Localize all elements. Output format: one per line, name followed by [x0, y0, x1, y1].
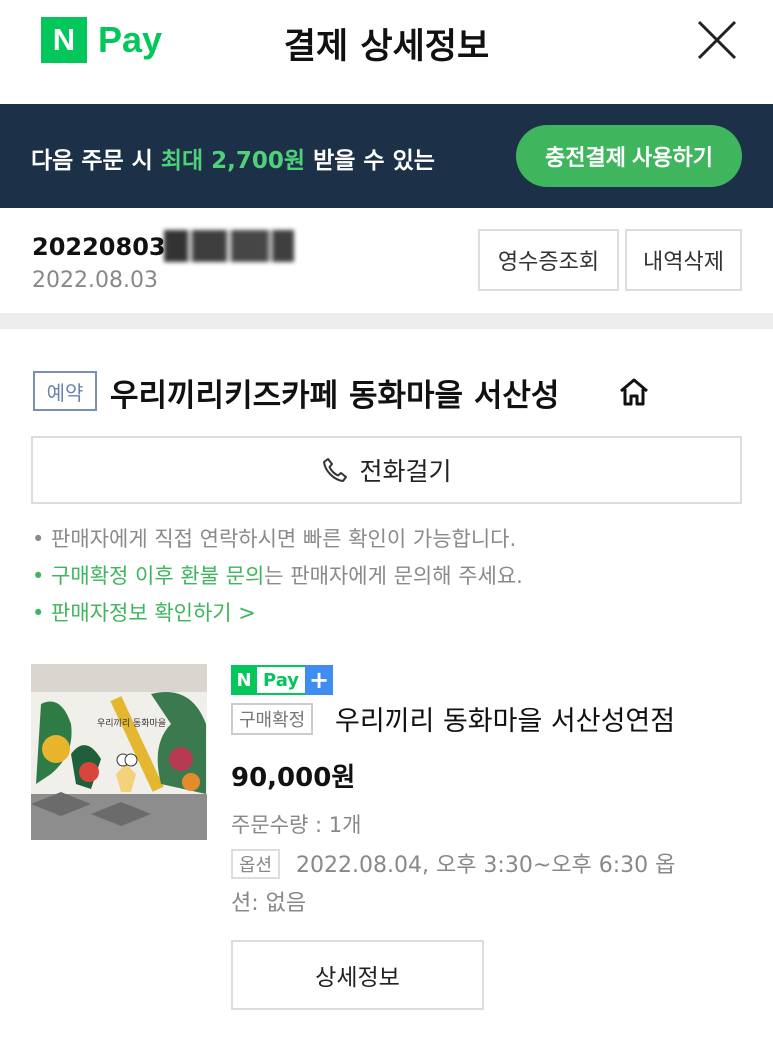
notice-refund: • 구매확정 이후 환불 문의는 판매자에게 문의해 주세요. [32, 560, 523, 590]
reservation-badge: 예약 [33, 371, 97, 411]
charge-pay-button[interactable]: 충전결제 사용하기 [516, 125, 742, 187]
home-icon[interactable] [618, 376, 650, 408]
order-date: 2022.08.03 [32, 268, 158, 293]
npay-plus-badge: N Pay + [231, 665, 334, 695]
delete-history-button[interactable]: 내역삭제 [625, 229, 742, 291]
product-name[interactable]: 우리끼리 동화마을 서산성연점 [335, 699, 675, 738]
call-button[interactable]: 전화걸기 [31, 436, 742, 504]
thumb-caption: 우리끼리 동화마을 [97, 718, 166, 729]
notice-refund-link[interactable]: • 구매확정 이후 환불 문의 [32, 564, 264, 588]
order-number-mask [164, 230, 294, 262]
option-badge: 옵션 [231, 849, 281, 879]
promo-text-before: 다음 주문 시 [31, 148, 161, 174]
npay-badge-plus: + [305, 665, 334, 695]
receipt-button[interactable]: 영수증조회 [478, 229, 619, 291]
promo-text-highlight: 최대 2,700원 [160, 148, 306, 174]
store-name[interactable]: 우리끼리키즈카페 동화마을 서산성 [110, 370, 559, 415]
seller-info-link[interactable]: • 판매자정보 확인하기 > [32, 597, 256, 627]
product-price: 90,000원 [231, 763, 356, 793]
npay-badge-pay: Pay [257, 665, 306, 695]
order-number: 20220803 [32, 233, 166, 261]
promo-text-after: 받을 수 있는 [305, 148, 435, 174]
call-button-label: 전화걸기 [359, 458, 452, 486]
close-button[interactable] [693, 16, 741, 64]
phone-icon [323, 458, 348, 482]
close-icon [697, 20, 737, 60]
page-title: 결제 상세정보 [283, 27, 490, 67]
npay-badge-n: N [231, 665, 257, 695]
promo-text: 다음 주문 시 최대 2,700원 받을 수 있는 [31, 141, 435, 175]
purchase-status-badge: 구매확정 [231, 703, 314, 735]
notice-refund-rest: 는 판매자에게 문의해 주세요. [264, 564, 523, 588]
product-thumbnail[interactable]: 우리끼리 동화마을 [31, 664, 207, 840]
header: N Pay 결제 상세정보 [0, 0, 773, 104]
section-divider [0, 313, 773, 329]
detail-info-button[interactable]: 상세정보 [231, 940, 484, 1010]
order-quantity: 주문수량 : 1개 [231, 813, 362, 837]
option-text-line2: 션: 없음 [231, 891, 307, 916]
option-text-line1: 2022.08.04, 오후 3:30~오후 6:30 옵 [296, 853, 676, 878]
notice-contact-seller: • 판매자에게 직접 연락하시면 빠른 확인이 가능합니다. [32, 527, 517, 551]
